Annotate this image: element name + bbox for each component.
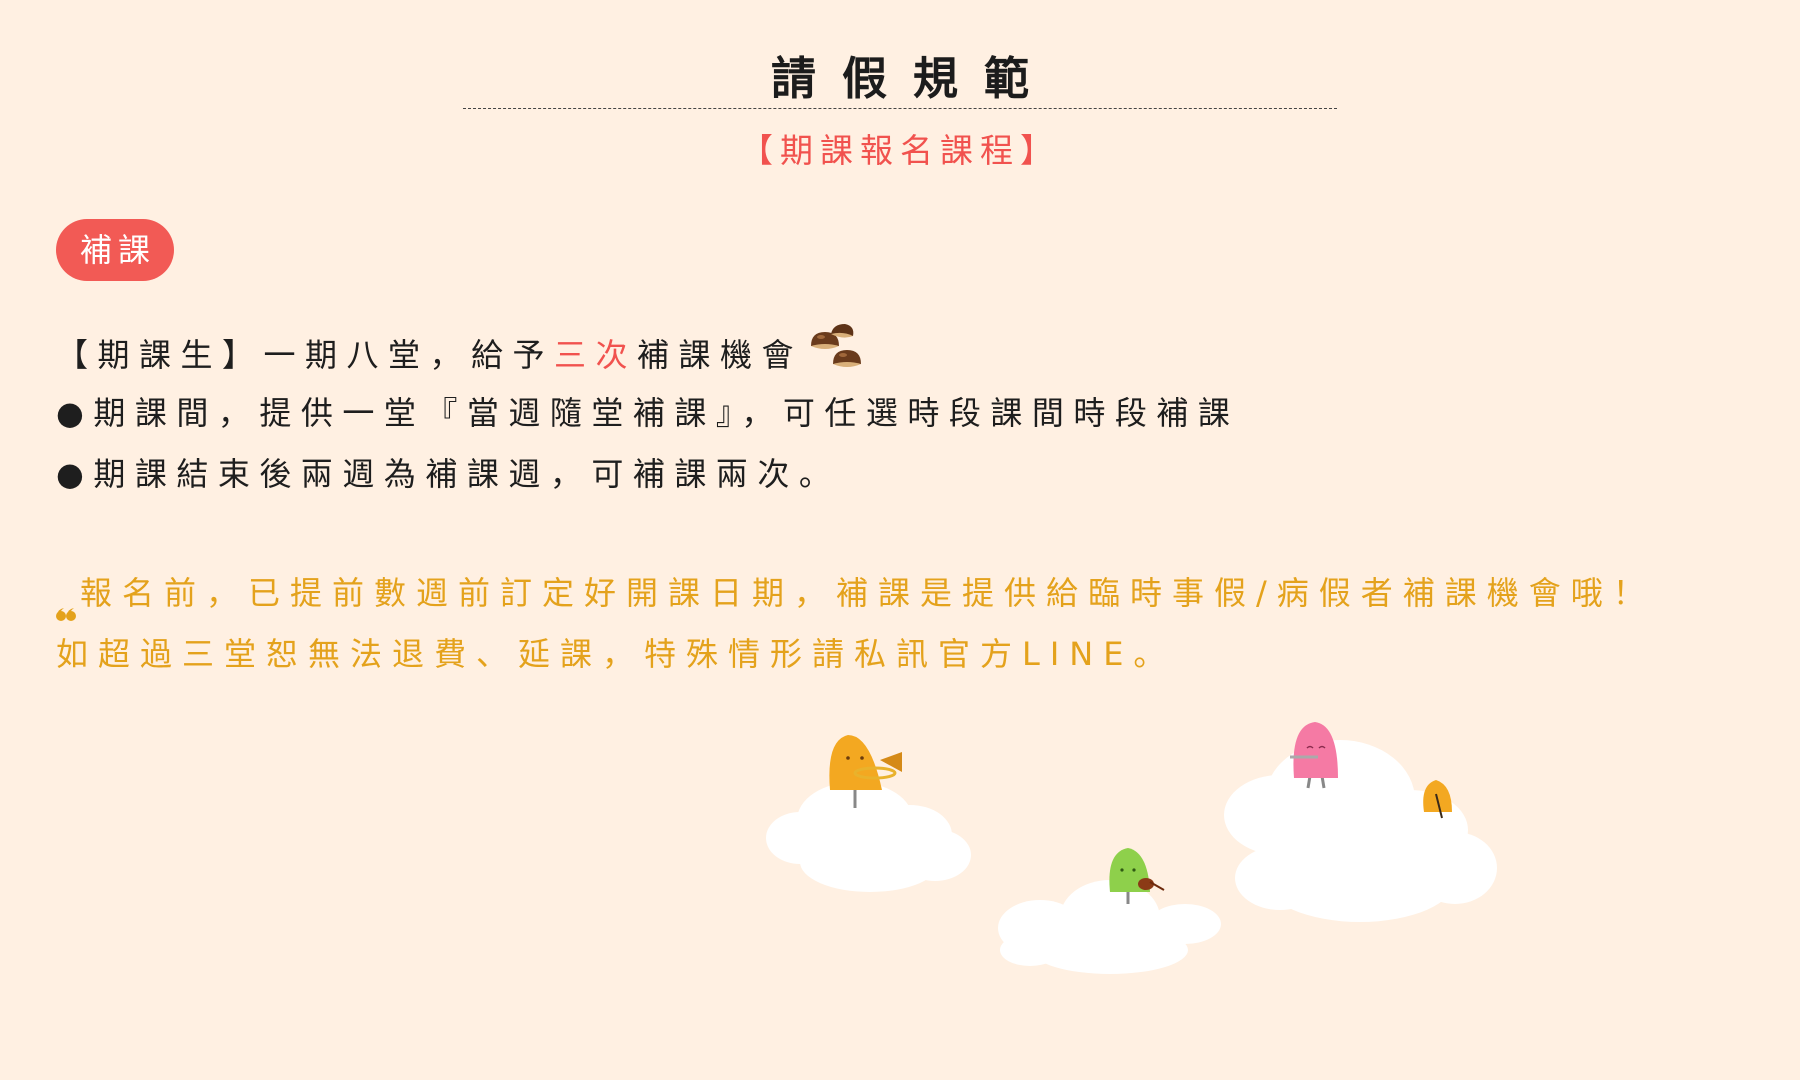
cloud-middle <box>998 880 1221 974</box>
cloud-left <box>766 782 971 892</box>
cloud-right <box>1224 740 1497 922</box>
illustration-clouds <box>766 722 1497 974</box>
